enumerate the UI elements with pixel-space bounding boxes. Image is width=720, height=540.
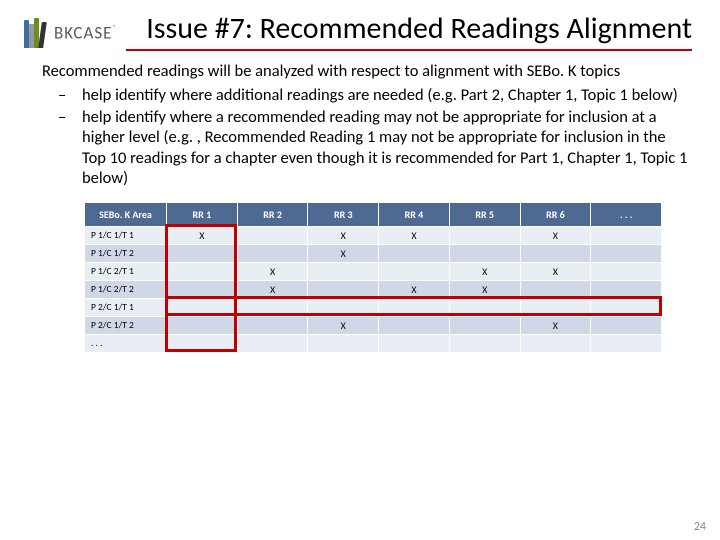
cell-mark: X [237, 280, 308, 298]
cell-mark [308, 334, 379, 352]
cell-mark: X [449, 280, 520, 298]
cell-mark: X [520, 226, 591, 244]
col-header: . . . [591, 202, 662, 226]
intro-text: Recommended readings will be analyzed wi… [42, 61, 690, 81]
table-row: . . . [85, 334, 662, 352]
logo: BKCASE` [24, 18, 116, 48]
cell-mark [591, 280, 662, 298]
cell-mark [237, 334, 308, 352]
cell-mark: X [379, 280, 450, 298]
alignment-table: SEBo. K Area RR 1 RR 2 RR 3 RR 4 RR 5 RR… [84, 202, 662, 353]
cell-mark [379, 334, 450, 352]
cell-mark [237, 316, 308, 334]
col-header: RR 5 [449, 202, 520, 226]
row-area: P 1/C 1/T 1 [85, 226, 167, 244]
cell-mark [591, 298, 662, 316]
books-icon [24, 18, 50, 48]
cell-mark [167, 316, 238, 334]
cell-mark [520, 298, 591, 316]
row-area: P 2/C 1/T 2 [85, 316, 167, 334]
col-header: RR 6 [520, 202, 591, 226]
col-header: RR 4 [379, 202, 450, 226]
cell-mark [308, 298, 379, 316]
cell-mark: X [520, 316, 591, 334]
cell-mark [449, 316, 520, 334]
cell-mark [449, 226, 520, 244]
cell-mark [520, 280, 591, 298]
cell-mark: X [308, 316, 379, 334]
cell-mark: X [520, 262, 591, 280]
cell-mark [308, 262, 379, 280]
cell-mark [167, 334, 238, 352]
alignment-table-wrap: SEBo. K Area RR 1 RR 2 RR 3 RR 4 RR 5 RR… [84, 202, 662, 353]
body-text: Recommended readings will be analyzed wi… [24, 61, 696, 188]
cell-mark: X [237, 262, 308, 280]
cell-mark [308, 280, 379, 298]
cell-mark [379, 316, 450, 334]
col-header: RR 2 [237, 202, 308, 226]
table-row: P 1/C 2/T 1XXX [85, 262, 662, 280]
row-area: . . . [85, 334, 167, 352]
col-header: RR 3 [308, 202, 379, 226]
col-header: RR 1 [167, 202, 238, 226]
logo-text: BKCASE` [54, 22, 116, 44]
cell-mark [167, 280, 238, 298]
cell-mark [591, 262, 662, 280]
col-header: SEBo. K Area [85, 202, 167, 226]
table-row: P 1/C 2/T 2XXX [85, 280, 662, 298]
cell-mark: X [167, 226, 238, 244]
cell-mark [591, 316, 662, 334]
cell-mark [237, 244, 308, 262]
slide-number: 24 [694, 520, 706, 534]
cell-mark [379, 298, 450, 316]
cell-mark [167, 298, 238, 316]
bullet-item: help identify where a recommended readin… [72, 107, 690, 188]
table-row: P 2/C 1/T 2 X X [85, 316, 662, 334]
cell-mark [379, 262, 450, 280]
cell-mark [591, 244, 662, 262]
cell-mark [167, 262, 238, 280]
row-area: P 1/C 1/T 2 [85, 244, 167, 262]
cell-mark [591, 226, 662, 244]
row-area: P 1/C 2/T 1 [85, 262, 167, 280]
cell-mark [379, 244, 450, 262]
cell-mark [520, 244, 591, 262]
cell-mark: X [308, 226, 379, 244]
cell-mark [167, 244, 238, 262]
cell-mark [449, 298, 520, 316]
cell-mark: X [449, 262, 520, 280]
table-row: P 1/C 1/T 2 X [85, 244, 662, 262]
row-area: P 1/C 2/T 2 [85, 280, 167, 298]
cell-mark [520, 334, 591, 352]
row-area: P 2/C 1/T 1 [85, 298, 167, 316]
cell-mark [591, 334, 662, 352]
cell-mark [237, 298, 308, 316]
table-row: P 2/C 1/T 1 [85, 298, 662, 316]
bullet-item: help identify where additional readings … [72, 85, 690, 105]
table-row: P 1/C 1/T 1XXXX [85, 226, 662, 244]
cell-mark [449, 244, 520, 262]
cell-mark: X [379, 226, 450, 244]
page-title: Issue #7: Recommended Readings Alignment [126, 12, 692, 51]
cell-mark [449, 334, 520, 352]
cell-mark [237, 226, 308, 244]
cell-mark: X [308, 244, 379, 262]
